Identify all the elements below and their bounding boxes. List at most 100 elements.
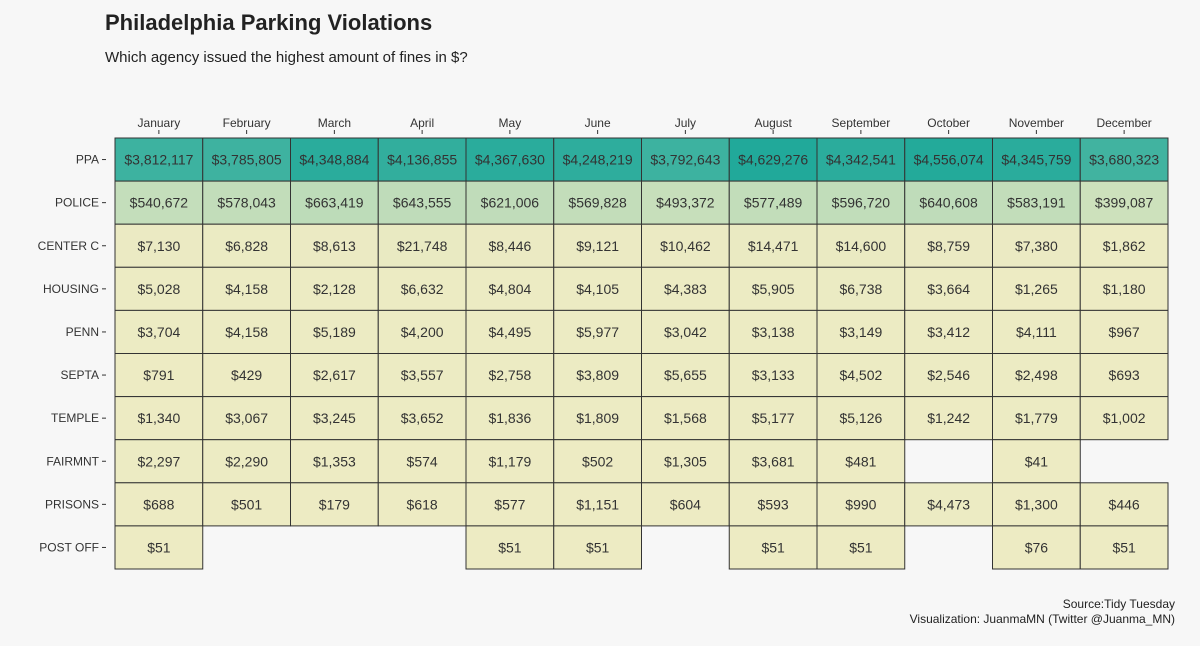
cell-value-label: $596,720 xyxy=(832,195,891,211)
heatmap-chart: January February March April May June July Augu… xyxy=(38,116,1169,570)
cell-value-label: $4,473 xyxy=(927,496,970,512)
cell-value-label: $791 xyxy=(143,367,174,383)
cell-value-label: $3,042 xyxy=(664,324,707,340)
cell-value-label: $3,557 xyxy=(401,367,444,383)
cell-value-label: $179 xyxy=(319,496,350,512)
cell-value-label: $3,138 xyxy=(752,324,795,340)
cell-value-label: $10,462 xyxy=(660,238,711,254)
cell-value-label: $3,809 xyxy=(576,367,619,383)
cell-value-label: $4,105 xyxy=(576,281,619,297)
cell-value-label: $967 xyxy=(1109,324,1140,340)
column-label-march: March xyxy=(318,116,351,130)
cell-value-label: $618 xyxy=(407,496,438,512)
cell-value-label: $51 xyxy=(761,539,785,555)
cell-value-label: $6,632 xyxy=(401,281,444,297)
column-label-october: October xyxy=(927,116,970,130)
cell-value-label: $8,446 xyxy=(488,238,531,254)
cell-value-label: $2,758 xyxy=(488,367,531,383)
cell-value-label: $640,608 xyxy=(919,195,978,211)
cell-value-label: $540,672 xyxy=(130,195,189,211)
cell-value-label: $1,353 xyxy=(313,453,356,469)
cell-value-label: $4,367,630 xyxy=(475,152,545,168)
cell-value-label: $4,804 xyxy=(488,281,531,297)
cell-value-label: $8,759 xyxy=(927,238,970,254)
cell-value-label: $2,498 xyxy=(1015,367,1058,383)
cell-value-label: $5,655 xyxy=(664,367,707,383)
cell-value-label: $3,149 xyxy=(839,324,882,340)
column-label-june: June xyxy=(585,116,611,130)
cell-value-label: $3,664 xyxy=(927,281,970,297)
row-label-temple: TEMPLE xyxy=(51,411,99,425)
cell-value-label: $4,342,541 xyxy=(826,152,896,168)
column-label-july: July xyxy=(675,116,696,130)
cell-value-label: $593 xyxy=(758,496,789,512)
cell-value-label: $577 xyxy=(494,496,525,512)
source-note: Source:Tidy Tuesday xyxy=(1062,597,1175,611)
cell-value-label: $1,862 xyxy=(1103,238,1146,254)
cell-value-label: $4,200 xyxy=(401,324,444,340)
cell-value-label: $41 xyxy=(1025,453,1049,469)
cell-value-label: $1,568 xyxy=(664,410,707,426)
cell-value-label: $51 xyxy=(147,539,171,555)
cell-value-label: $3,704 xyxy=(137,324,180,340)
cell-value-label: $4,629,276 xyxy=(738,152,808,168)
cell-value-label: $4,502 xyxy=(839,367,882,383)
cell-value-label: $3,681 xyxy=(752,453,795,469)
cell-value-label: $6,828 xyxy=(225,238,268,254)
cell-value-label: $621,006 xyxy=(481,195,540,211)
chart-caption: Source:Tidy Tuesday Visualization: Juanm… xyxy=(910,597,1175,627)
cell-value-label: $578,043 xyxy=(217,195,276,211)
column-label-december: December xyxy=(1096,116,1151,130)
cell-value-label: $574 xyxy=(407,453,438,469)
cell-value-label: $446 xyxy=(1109,496,1140,512)
cell-value-label: $2,617 xyxy=(313,367,356,383)
cell-value-label: $14,471 xyxy=(748,238,799,254)
cell-value-label: $493,372 xyxy=(656,195,715,211)
cell-value-label: $3,067 xyxy=(225,410,268,426)
row-label-center-c: CENTER C xyxy=(38,239,100,253)
cell-value-label: $2,128 xyxy=(313,281,356,297)
cell-value-label: $51 xyxy=(1112,539,1136,555)
cell-value-label: $643,555 xyxy=(393,195,452,211)
column-label-august: August xyxy=(754,116,792,130)
cell-value-label: $5,177 xyxy=(752,410,795,426)
cell-value-label: $51 xyxy=(498,539,522,555)
cell-value-label: $1,836 xyxy=(488,410,531,426)
cell-value-label: $1,002 xyxy=(1103,410,1146,426)
column-label-february: February xyxy=(223,116,271,130)
cell-value-label: $4,248,219 xyxy=(563,152,633,168)
cell-value-label: $3,652 xyxy=(401,410,444,426)
row-label-post-off: POST OFF xyxy=(39,540,99,554)
column-label-april: April xyxy=(410,116,434,130)
cell-value-label: $688 xyxy=(143,496,174,512)
cell-value-label: $5,189 xyxy=(313,324,356,340)
cell-value-label: $583,191 xyxy=(1007,195,1066,211)
cell-value-label: $5,028 xyxy=(137,281,180,297)
cell-value-label: $76 xyxy=(1025,539,1049,555)
cell-value-label: $577,489 xyxy=(744,195,803,211)
cell-value-label: $1,779 xyxy=(1015,410,1058,426)
cell-value-label: $1,305 xyxy=(664,453,707,469)
cell-value-label: $1,242 xyxy=(927,410,970,426)
cell-value-label: $3,792,643 xyxy=(650,152,720,168)
cell-value-label: $4,111 xyxy=(1016,324,1057,340)
cell-value-label: $4,383 xyxy=(664,281,707,297)
cell-value-label: $1,151 xyxy=(576,496,619,512)
column-label-may: May xyxy=(499,116,522,130)
cell-value-label: $2,297 xyxy=(137,453,180,469)
cell-value-label: $1,180 xyxy=(1103,281,1146,297)
row-label-police: POLICE xyxy=(55,196,99,210)
cell-value-label: $502 xyxy=(582,453,613,469)
cell-value-label: $51 xyxy=(586,539,610,555)
cell-value-label: $5,905 xyxy=(752,281,795,297)
cell-value-label: $2,290 xyxy=(225,453,268,469)
cell-value-label: $693 xyxy=(1109,367,1140,383)
cell-value-label: $8,613 xyxy=(313,238,356,254)
cell-value-label: $5,977 xyxy=(576,324,619,340)
cell-value-label: $604 xyxy=(670,496,701,512)
credit-note: Visualization: JuanmaMN (Twitter @Juanma… xyxy=(909,612,1175,626)
cell-value-label: $51 xyxy=(849,539,873,555)
column-label-january: January xyxy=(138,116,181,130)
cell-value-label: $501 xyxy=(231,496,262,512)
row-label-penn: PENN xyxy=(66,325,99,339)
